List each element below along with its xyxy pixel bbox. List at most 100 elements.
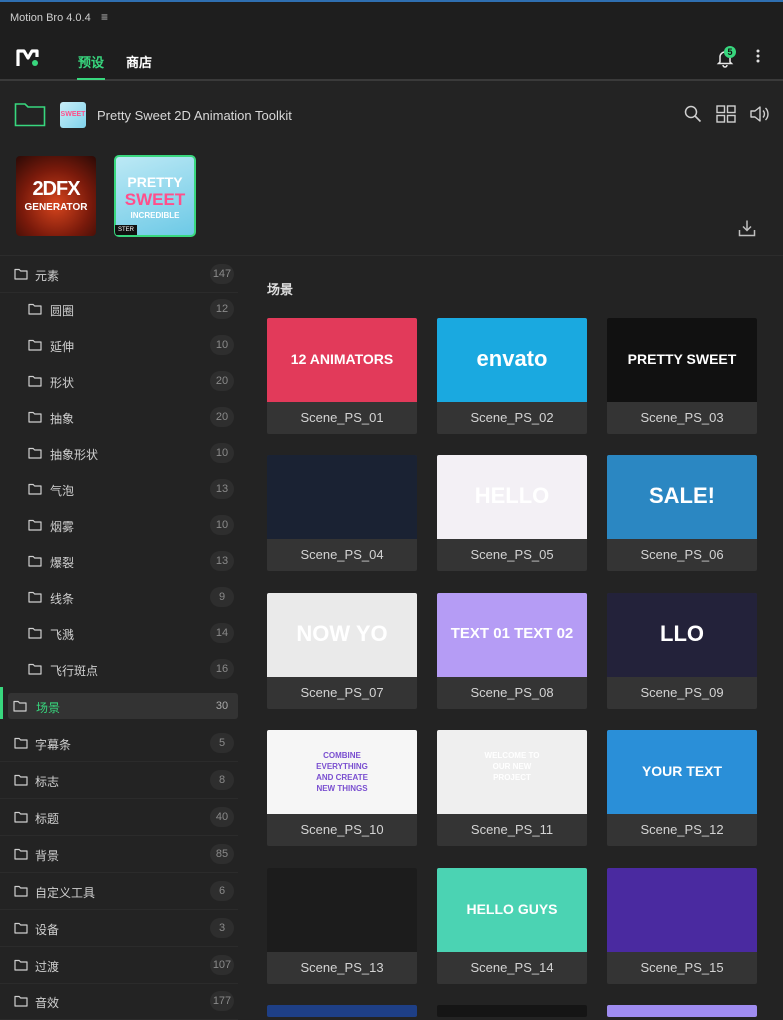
scene-thumbnail-text: WELCOME TO OUR NEW PROJECT [484, 751, 540, 782]
sidebar-item[interactable]: 线条 9 [0, 579, 238, 615]
hamburger-menu-icon[interactable]: ≡ [101, 10, 108, 24]
sidebar-item-label: 形状 [50, 376, 75, 390]
scene-thumbnail: HELLO GUYS [437, 868, 587, 952]
folder-icon [14, 994, 28, 1012]
tab-presets[interactable]: 预设 [76, 52, 106, 80]
sidebar-item[interactable]: 字幕条 5 [0, 725, 238, 762]
sidebar-item-count: 85 [210, 844, 234, 864]
folder-icon [14, 847, 28, 865]
tab-store[interactable]: 商店 [126, 52, 152, 71]
scene-name: Scene_PS_10 [300, 822, 384, 837]
sidebar-item[interactable]: 自定义工具 6 [0, 873, 238, 910]
sidebar-item[interactable]: 元素 147 [0, 256, 238, 293]
category-sidebar: 元素 147 圆圈 12 延伸 10 形状 20 抽象 20 抽象形状 10 气泡 13 烟雾 10 爆裂 13 线… [0, 256, 238, 1020]
scene-card[interactable] [607, 1005, 757, 1017]
scene-name: Scene_PS_15 [640, 960, 724, 975]
sidebar-item-count: 10 [210, 515, 234, 535]
pack-thumbnail-2dfx[interactable]: 2DFX GENERATOR [16, 156, 96, 236]
scene-card[interactable] [267, 1005, 417, 1017]
sidebar-item[interactable]: 背景 85 [0, 836, 238, 873]
sidebar-item[interactable]: 设备 3 [0, 910, 238, 947]
scene-card[interactable]: envato Scene_PS_02 [437, 318, 587, 434]
scene-card[interactable]: WELCOME TO OUR NEW PROJECT Scene_PS_11 [437, 730, 587, 846]
scene-card[interactable]: COMBINE EVERYTHING AND CREATE NEW THINGS… [267, 730, 417, 846]
scene-card[interactable]: LLO Scene_PS_09 [607, 593, 757, 709]
scene-card[interactable]: HELLO GUYS Scene_PS_14 [437, 868, 587, 984]
scene-thumbnail [267, 455, 417, 539]
sidebar-item[interactable]: 抽象形状 10 [0, 435, 238, 471]
scene-thumbnail: YOUR TEXT [607, 730, 757, 814]
folder-icon [14, 958, 28, 976]
scene-card[interactable]: TEXT 01 TEXT 02 Scene_PS_08 [437, 593, 587, 709]
scene-card[interactable]: YOUR TEXT Scene_PS_12 [607, 730, 757, 846]
grid-view-icon[interactable] [716, 105, 736, 123]
sidebar-item-count: 5 [210, 733, 234, 753]
sidebar-item-count: 10 [210, 335, 234, 355]
scene-thumbnail: COMBINE EVERYTHING AND CREATE NEW THINGS [267, 730, 417, 814]
scene-thumbnail-text: LLO [660, 620, 704, 646]
download-icon[interactable] [738, 219, 756, 237]
scene-card[interactable]: 12 ANIMATORS Scene_PS_01 [267, 318, 417, 434]
current-pack-thumbnail: SWEET [60, 102, 86, 128]
scene-thumbnail-text: YOUR TEXT [641, 762, 723, 779]
sidebar-item[interactable]: 烟雾 10 [0, 507, 238, 543]
sidebar-item-label: 气泡 [50, 484, 75, 498]
motion-bro-logo-icon [16, 49, 39, 66]
sidebar-item-label: 爆裂 [50, 556, 75, 570]
sidebar-item[interactable]: 爆裂 13 [0, 543, 238, 579]
scene-name: Scene_PS_04 [300, 547, 384, 562]
sidebar-item[interactable]: 音效 177 [0, 983, 238, 1020]
sidebar-item-count: 30 [215, 700, 229, 712]
scene-card[interactable]: Scene_PS_13 [267, 868, 417, 984]
sidebar-item[interactable]: 标题 40 [0, 799, 238, 836]
sidebar-item-label: 延伸 [50, 340, 75, 354]
sidebar-item-label: 场景 [36, 701, 61, 715]
sidebar-item[interactable]: 延伸 10 [0, 327, 238, 363]
active-indicator [0, 687, 3, 719]
scene-card[interactable]: PRETTY SWEET Scene_PS_03 [607, 318, 757, 434]
scene-name: Scene_PS_14 [470, 960, 554, 975]
folder-icon [28, 590, 42, 608]
folder-icon [28, 338, 42, 356]
scene-card[interactable]: SALE! Scene_PS_06 [607, 455, 757, 571]
sidebar-item[interactable]: 圆圈 12 [0, 291, 238, 327]
scene-thumbnail: PRETTY SWEET [607, 318, 757, 402]
sidebar-item-label: 飞行斑点 [50, 664, 99, 678]
pack-ps-tag: STER [115, 225, 138, 235]
scene-thumbnail: 12 ANIMATORS [267, 318, 417, 402]
scene-card[interactable]: Scene_PS_04 [267, 455, 417, 571]
scene-card[interactable]: NOW YO Scene_PS_07 [267, 593, 417, 709]
scene-card[interactable]: Scene_PS_15 [607, 868, 757, 984]
pack-thumbnail-pretty-sweet[interactable]: PRETTY SWEET INCREDIBLE STER [114, 155, 196, 237]
open-folder-icon[interactable] [14, 101, 46, 127]
sidebar-item[interactable]: 形状 20 [0, 363, 238, 399]
sidebar-item[interactable]: 过渡 107 [0, 947, 238, 984]
scene-thumbnail-text: PRETTY SWEET [627, 350, 737, 367]
folder-icon [13, 699, 27, 717]
scene-name: Scene_PS_12 [640, 822, 724, 837]
sidebar-item[interactable]: 飞溅 14 [0, 615, 238, 651]
scene-name: Scene_PS_05 [470, 547, 554, 562]
scene-card[interactable]: HELLO Scene_PS_05 [437, 455, 587, 571]
scene-card[interactable] [437, 1005, 587, 1017]
sidebar-item-label: 圆圈 [50, 304, 75, 318]
scene-thumbnail-text: COMBINE EVERYTHING AND CREATE NEW THINGS [316, 751, 368, 793]
folder-icon [28, 662, 42, 680]
sidebar-item[interactable]: 抽象 20 [0, 399, 238, 435]
sidebar-item[interactable]: 场景 30 [8, 693, 238, 719]
pack-header: SWEET Pretty Sweet 2D Animation Toolkit … [0, 81, 783, 256]
app-title: Motion Bro 4.0.4 [10, 12, 91, 24]
more-options-icon[interactable] [756, 49, 760, 63]
sidebar-item[interactable]: 飞行斑点 16 [0, 651, 238, 687]
sidebar-item-count: 13 [210, 479, 234, 499]
search-icon[interactable] [684, 105, 702, 123]
sound-icon[interactable] [749, 105, 771, 123]
scene-gallery: 场景 12 ANIMATORS Scene_PS_01 envato Scene_PS… [238, 256, 783, 1017]
title-bar: Motion Bro 4.0.4 ≡ [0, 2, 783, 36]
nav-bar: 预设 商店 5 [0, 36, 783, 81]
scene-name: Scene_PS_08 [470, 685, 554, 700]
scene-name: Scene_PS_13 [300, 960, 384, 975]
current-pack-thumb-text: SWEET [60, 111, 86, 118]
sidebar-item[interactable]: 标志 8 [0, 762, 238, 799]
sidebar-item[interactable]: 气泡 13 [0, 471, 238, 507]
